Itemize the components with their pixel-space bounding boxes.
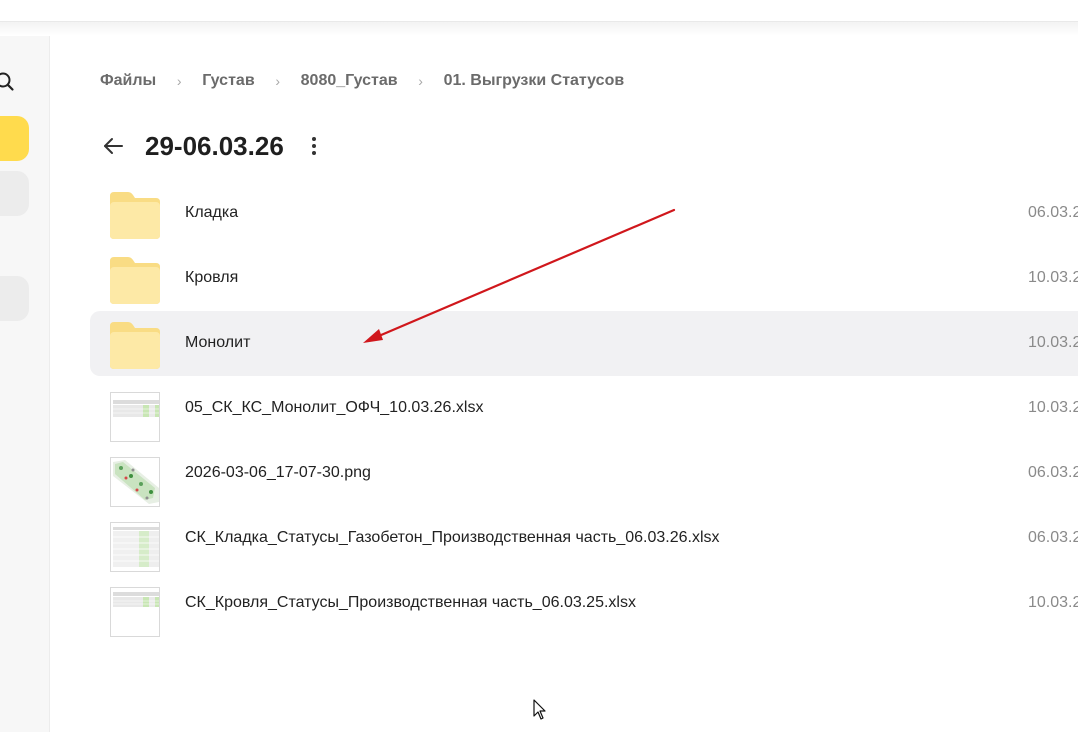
vertical-dots-icon	[311, 137, 316, 155]
file-date: 06.03.2	[1028, 204, 1078, 221]
file-date: 10.03.2	[1028, 334, 1078, 351]
list-item[interactable]: 05_СК_КС_Монолит_ОФЧ_10.03.26.xlsx 10.03…	[90, 376, 1078, 442]
list-item[interactable]: Кровля 10.03.2	[90, 246, 1078, 311]
file-name: СК_Кладка_Статусы_Газобетон_Производстве…	[185, 529, 720, 546]
file-name: Кладка	[185, 204, 239, 221]
top-bar-shadow	[0, 22, 1078, 36]
search-icon[interactable]	[0, 71, 16, 93]
list-item[interactable]: СК_Кровля_Статусы_Производственная часть…	[90, 571, 1078, 637]
title-row: 29-06.03.26	[100, 128, 324, 164]
folder-icon	[110, 257, 160, 304]
list-item[interactable]: 2026-03-06_17-07-30.png 06.03.2	[90, 441, 1078, 507]
back-button[interactable]	[100, 133, 126, 159]
more-options-button[interactable]	[304, 133, 324, 159]
file-name: СК_Кровля_Статусы_Производственная часть…	[185, 594, 636, 611]
breadcrumb-item-8080-gustav[interactable]: 8080_Густав	[301, 72, 398, 90]
breadcrumb-separator: ›	[176, 73, 182, 89]
spreadsheet-thumbnail-icon	[110, 521, 160, 572]
folder-icon	[110, 192, 160, 239]
file-date: 06.03.2	[1028, 464, 1078, 481]
file-date: 10.03.2	[1028, 399, 1078, 416]
mouse-cursor-icon	[533, 699, 546, 720]
sidebar-item[interactable]	[0, 276, 29, 321]
spreadsheet-thumbnail-icon	[110, 391, 160, 442]
file-name: 2026-03-06_17-07-30.png	[185, 464, 371, 481]
file-name: 05_СК_КС_Монолит_ОФЧ_10.03.26.xlsx	[185, 399, 484, 416]
top-bar	[0, 0, 1078, 22]
sidebar-item-active[interactable]	[0, 116, 29, 161]
arrow-left-icon	[104, 138, 123, 154]
file-date: 06.03.2	[1028, 529, 1078, 546]
file-list: Кладка 06.03.2 Кровля 10.03.2 Монолит 10…	[90, 181, 1078, 637]
page-title: 29-06.03.26	[145, 130, 284, 161]
sidebar	[0, 36, 50, 732]
breadcrumb-separator: ›	[275, 73, 280, 89]
list-item-selected[interactable]: Монолит 10.03.2	[90, 311, 1078, 376]
folder-icon	[110, 322, 160, 369]
file-name: Монолит	[185, 334, 251, 351]
breadcrumb: Файлы › Густав › 8080_Густав › 01. Выгру…	[100, 70, 624, 92]
file-name: Кровля	[185, 269, 239, 286]
file-date: 10.03.2	[1028, 269, 1078, 286]
list-item[interactable]: СК_Кладка_Статусы_Газобетон_Производстве…	[90, 506, 1078, 572]
breadcrumb-item-files[interactable]: Файлы	[100, 72, 156, 90]
spreadsheet-thumbnail-icon	[110, 586, 160, 637]
image-thumbnail-icon	[110, 456, 160, 507]
list-item[interactable]: Кладка 06.03.2	[90, 181, 1078, 246]
breadcrumb-item-gustav[interactable]: Густав	[202, 72, 254, 90]
file-date: 10.03.2	[1028, 594, 1078, 611]
breadcrumb-item-status-exports[interactable]: 01. Выгрузки Статусов	[444, 72, 625, 90]
sidebar-item[interactable]	[0, 171, 29, 216]
breadcrumb-separator: ›	[418, 73, 423, 89]
